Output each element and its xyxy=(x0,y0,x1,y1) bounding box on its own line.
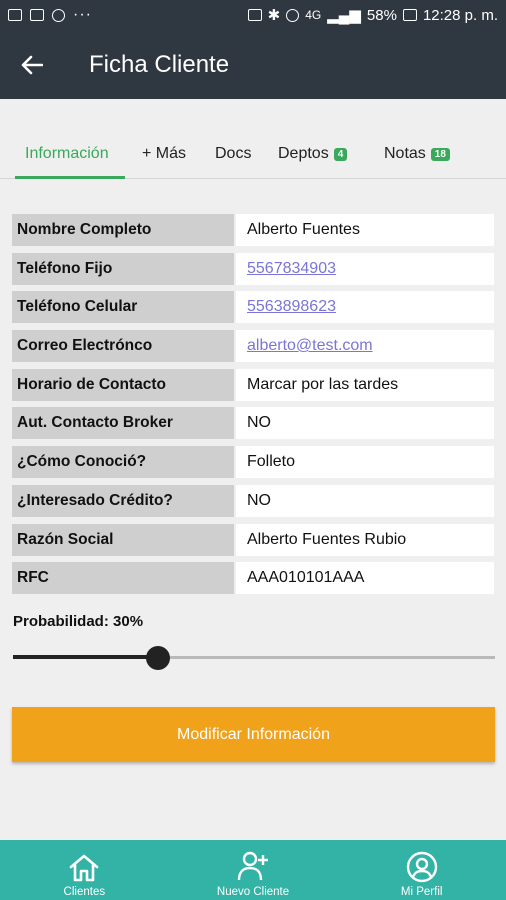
field-row-nombre: Nombre Completo Alberto Fuentes xyxy=(12,214,494,246)
nav-label: Mi Perfil xyxy=(400,886,443,898)
app-bar: Ficha Cliente xyxy=(0,30,506,99)
field-value: Alberto Fuentes xyxy=(236,214,494,246)
profile-icon xyxy=(406,851,437,883)
tab-label: Docs xyxy=(215,145,252,162)
probability-label: Probabilidad: 30% xyxy=(13,613,144,630)
slider-thumb[interactable] xyxy=(145,646,170,670)
field-label: Razón Social xyxy=(12,524,234,556)
alarm-icon xyxy=(286,8,300,22)
field-row-telefono-celular: Teléfono Celular 5563898623 xyxy=(12,291,494,323)
arrow-left-icon xyxy=(21,55,43,74)
status-bar: ··· ✱ 4G ▂▄▆ 58% 12:28 p. m. xyxy=(0,0,506,30)
slider-fill xyxy=(13,655,158,659)
field-label: Teléfono Celular xyxy=(12,291,234,323)
modify-info-button[interactable]: Modificar Información xyxy=(12,707,495,762)
battery-percent: 58% xyxy=(366,6,397,24)
field-row-correo: Correo Electrónco alberto@test.com xyxy=(12,330,494,362)
signal-icon: ▂▄▆ xyxy=(327,7,361,24)
field-value: Alberto Fuentes Rubio xyxy=(236,524,494,556)
field-label: RFC xyxy=(12,562,234,594)
field-row-horario: Horario de Contacto Marcar por las tarde… xyxy=(12,369,494,401)
field-row-aut-broker: Aut. Contacto Broker NO xyxy=(12,407,494,439)
bottom-nav: Clientes Nuevo Cliente Mi Perfil xyxy=(0,840,506,900)
page-title: Ficha Cliente xyxy=(89,50,230,78)
nfc-icon xyxy=(247,9,262,21)
tab-docs[interactable]: Docs xyxy=(215,145,251,163)
nav-item-clientes[interactable]: Clientes xyxy=(0,840,169,900)
nav-label: Nuevo Cliente xyxy=(216,886,290,898)
field-value: AAA010101AAA xyxy=(236,562,494,594)
field-label: Teléfono Fijo xyxy=(12,253,234,285)
tab-bar: Información + Más Docs Deptos 4 Notas 18 xyxy=(0,99,506,179)
phone-link[interactable]: 5567834903 xyxy=(236,253,494,285)
probability-slider[interactable] xyxy=(13,646,495,670)
count-badge: 18 xyxy=(430,147,450,161)
battery-icon xyxy=(402,9,417,21)
email-link[interactable]: alberto@test.com xyxy=(236,330,494,362)
field-row-rfc: RFC AAA010101AAA xyxy=(12,562,494,594)
field-label: Horario de Contacto xyxy=(12,369,234,401)
field-value: NO xyxy=(236,407,494,439)
sync-notification-icon xyxy=(52,8,65,22)
nav-item-nuevo-cliente[interactable]: Nuevo Cliente xyxy=(169,840,338,900)
nav-label: Clientes xyxy=(63,886,106,898)
field-label: Aut. Contacto Broker xyxy=(12,407,234,439)
nav-item-mi-perfil[interactable]: Mi Perfil xyxy=(337,840,506,900)
field-row-como-conocio: ¿Cómo Conoció? Folleto xyxy=(12,446,494,478)
home-icon xyxy=(70,854,99,882)
clock: 12:28 p. m. xyxy=(422,6,498,24)
back-button[interactable] xyxy=(0,30,64,99)
laptop-notification-icon xyxy=(30,9,44,21)
more-notifications-dots: ··· xyxy=(73,6,92,23)
add-user-icon xyxy=(237,851,268,881)
tab-informacion[interactable]: Información xyxy=(25,145,109,163)
bluetooth-icon: ✱ xyxy=(267,7,281,24)
field-row-telefono-fijo: Teléfono Fijo 5567834903 xyxy=(12,253,494,285)
field-label: Nombre Completo xyxy=(12,214,234,246)
count-badge: 4 xyxy=(333,147,348,161)
field-label: ¿Interesado Crédito? xyxy=(12,485,234,517)
tab-label: Información xyxy=(25,145,109,162)
tab-label: Notas xyxy=(384,145,426,162)
tab-mas[interactable]: + Más xyxy=(142,145,186,163)
field-row-razon-social: Razón Social Alberto Fuentes Rubio xyxy=(12,524,494,556)
field-value: Folleto xyxy=(236,446,494,478)
mobile-link[interactable]: 5563898623 xyxy=(236,291,494,323)
field-label: ¿Cómo Conoció? xyxy=(12,446,234,478)
network-type: 4G xyxy=(305,8,322,22)
tab-deptos[interactable]: Deptos 4 xyxy=(278,145,348,163)
field-label: Correo Electrónco xyxy=(12,330,234,362)
gallery-notification-icon xyxy=(8,9,22,21)
tab-label: Deptos xyxy=(278,145,329,162)
active-tab-indicator xyxy=(15,176,125,179)
field-value: NO xyxy=(236,485,494,517)
tab-label: + Más xyxy=(142,145,187,162)
field-value: Marcar por las tardes xyxy=(236,369,494,401)
tab-notas[interactable]: Notas 18 xyxy=(384,145,450,163)
field-row-interesado-credito: ¿Interesado Crédito? NO xyxy=(12,485,494,517)
